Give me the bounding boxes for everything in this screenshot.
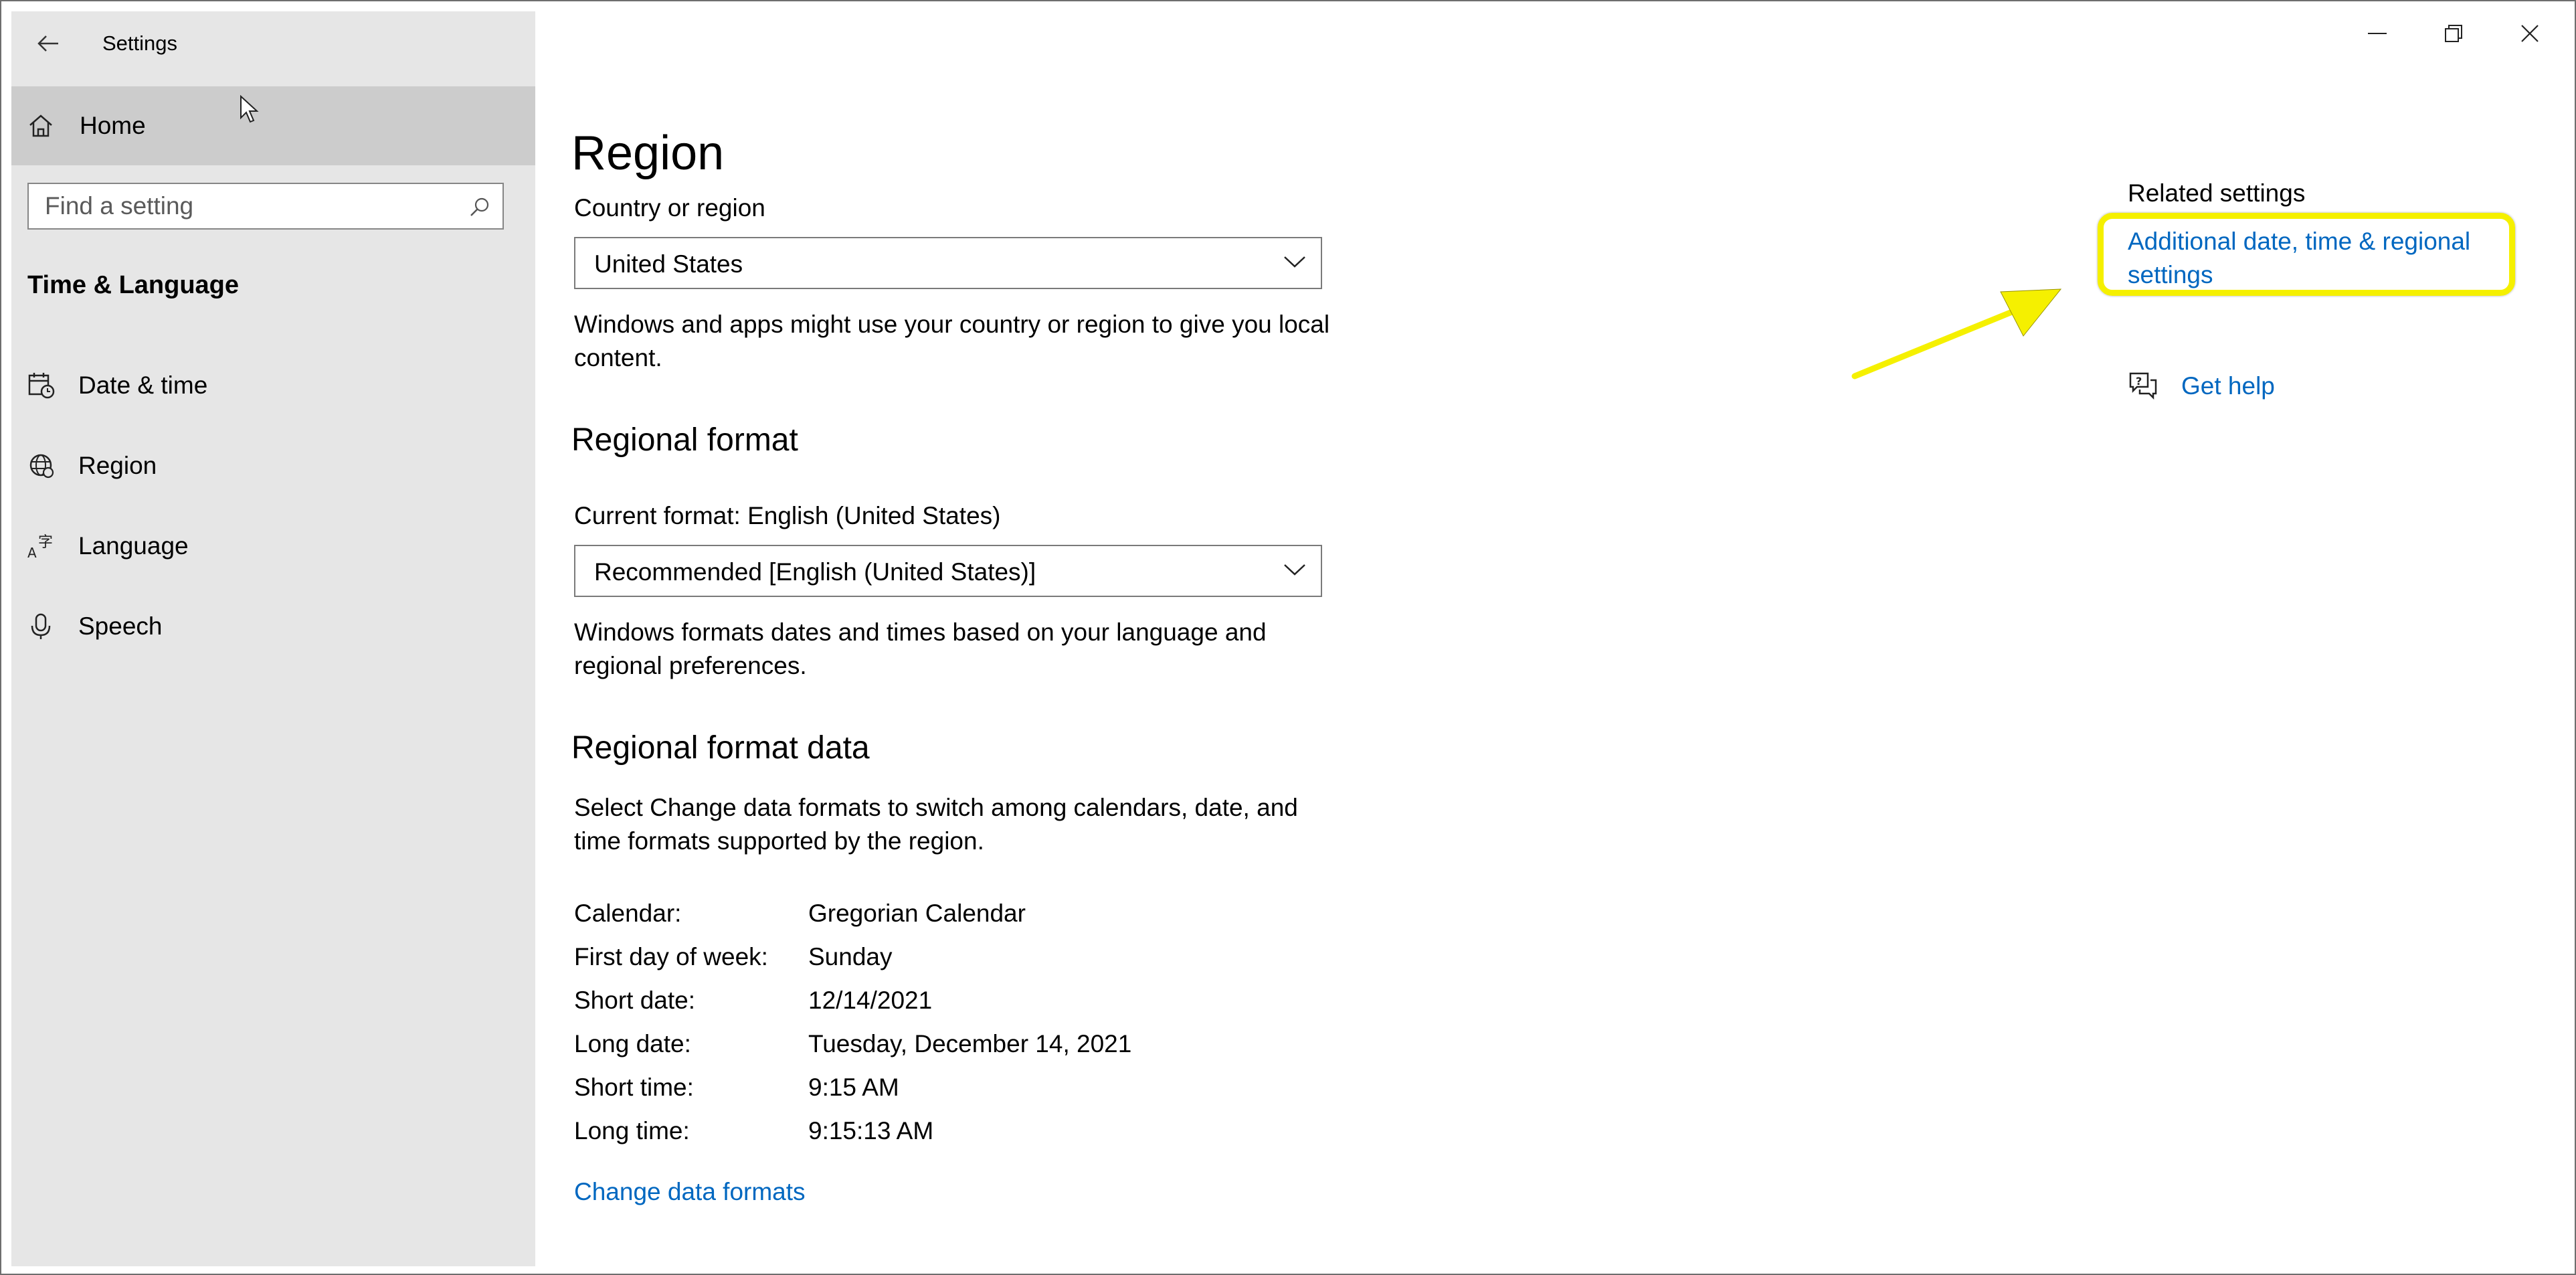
get-help-label: Get help bbox=[2181, 372, 2275, 400]
title-bar: Settings bbox=[11, 11, 535, 77]
regional-format-dropdown[interactable]: Recommended [English (United States)] bbox=[574, 545, 1322, 597]
format-data-description: Select Change data formats to switch amo… bbox=[574, 794, 1298, 855]
language-icon: A 字 bbox=[27, 534, 53, 560]
sidebar-item-label: Speech bbox=[78, 612, 163, 640]
sidebar-item-speech[interactable]: Speech bbox=[11, 592, 535, 659]
app-title: Settings bbox=[102, 31, 178, 55]
page-title: Region bbox=[571, 126, 725, 181]
data-value: 12/14/2021 bbox=[808, 987, 933, 1014]
data-key: Short date: bbox=[574, 987, 696, 1014]
settings-window: Settings Home Time & Language bbox=[0, 0, 2576, 1275]
svg-text:A: A bbox=[27, 545, 37, 560]
sidebar-item-date-time[interactable]: Date & time bbox=[11, 351, 535, 418]
dropdown-value: Recommended [English (United States)] bbox=[594, 558, 1036, 586]
data-value: Sunday bbox=[808, 943, 893, 970]
data-key: Calendar: bbox=[574, 900, 682, 927]
category-title: Time & Language bbox=[27, 271, 240, 299]
mouse-cursor-icon bbox=[240, 95, 259, 123]
data-value: Gregorian Calendar bbox=[808, 900, 1026, 927]
chevron-down-icon bbox=[1284, 256, 1305, 268]
sidebar-item-label: Date & time bbox=[78, 371, 208, 399]
search-icon[interactable] bbox=[469, 196, 490, 218]
svg-text:字: 字 bbox=[38, 534, 53, 551]
highlight-annotation bbox=[2098, 213, 2515, 296]
home-icon bbox=[29, 114, 52, 137]
back-arrow-icon bbox=[37, 35, 58, 52]
minimize-icon bbox=[2368, 33, 2387, 34]
data-key: Short time: bbox=[574, 1074, 694, 1101]
svg-text:?: ? bbox=[2136, 375, 2142, 388]
data-key: Long date: bbox=[574, 1030, 691, 1057]
sidebar: Settings Home Time & Language bbox=[11, 11, 535, 1266]
annotation-arrow bbox=[1851, 288, 2062, 379]
search-input[interactable] bbox=[29, 191, 448, 221]
close-icon bbox=[2521, 25, 2539, 42]
data-value: Tuesday, December 14, 2021 bbox=[808, 1030, 1132, 1057]
search-box bbox=[27, 183, 504, 230]
help-chat-icon: ? bbox=[2129, 372, 2157, 400]
sidebar-item-label: Home bbox=[80, 112, 146, 139]
restore-icon bbox=[2445, 25, 2462, 42]
close-button[interactable] bbox=[2492, 1, 2568, 66]
globe-icon bbox=[29, 454, 54, 479]
related-settings-heading: Related settings bbox=[2128, 179, 2306, 207]
microphone-icon bbox=[31, 613, 51, 639]
sidebar-item-home[interactable]: Home bbox=[11, 86, 535, 165]
data-key: First day of week: bbox=[574, 943, 768, 970]
change-data-formats-link[interactable]: Change data formats bbox=[574, 1178, 806, 1206]
current-format-label: Current format: English (United States) bbox=[574, 502, 1001, 529]
back-button[interactable] bbox=[25, 23, 72, 64]
sidebar-item-region[interactable]: Region bbox=[11, 432, 535, 499]
regional-format-heading: Regional format bbox=[571, 422, 798, 458]
dropdown-value: United States bbox=[594, 250, 743, 278]
sidebar-item-language[interactable]: A 字 Language bbox=[11, 512, 535, 579]
minimize-button[interactable] bbox=[2339, 1, 2415, 66]
format-data-heading: Regional format data bbox=[571, 730, 870, 766]
restore-button[interactable] bbox=[2415, 1, 2492, 66]
data-key: Long time: bbox=[574, 1117, 690, 1144]
regional-format-description: Windows formats dates and times based on… bbox=[574, 618, 1267, 679]
data-value: 9:15 AM bbox=[808, 1074, 899, 1101]
chevron-down-icon bbox=[1284, 564, 1305, 576]
country-dropdown[interactable]: United States bbox=[574, 237, 1322, 289]
sidebar-item-label: Region bbox=[78, 452, 157, 479]
country-label: Country or region bbox=[574, 194, 765, 222]
data-value: 9:15:13 AM bbox=[808, 1117, 934, 1144]
calendar-clock-icon bbox=[28, 373, 55, 399]
country-description: Windows and apps might use your country … bbox=[574, 311, 1330, 371]
sidebar-item-label: Language bbox=[78, 532, 189, 560]
